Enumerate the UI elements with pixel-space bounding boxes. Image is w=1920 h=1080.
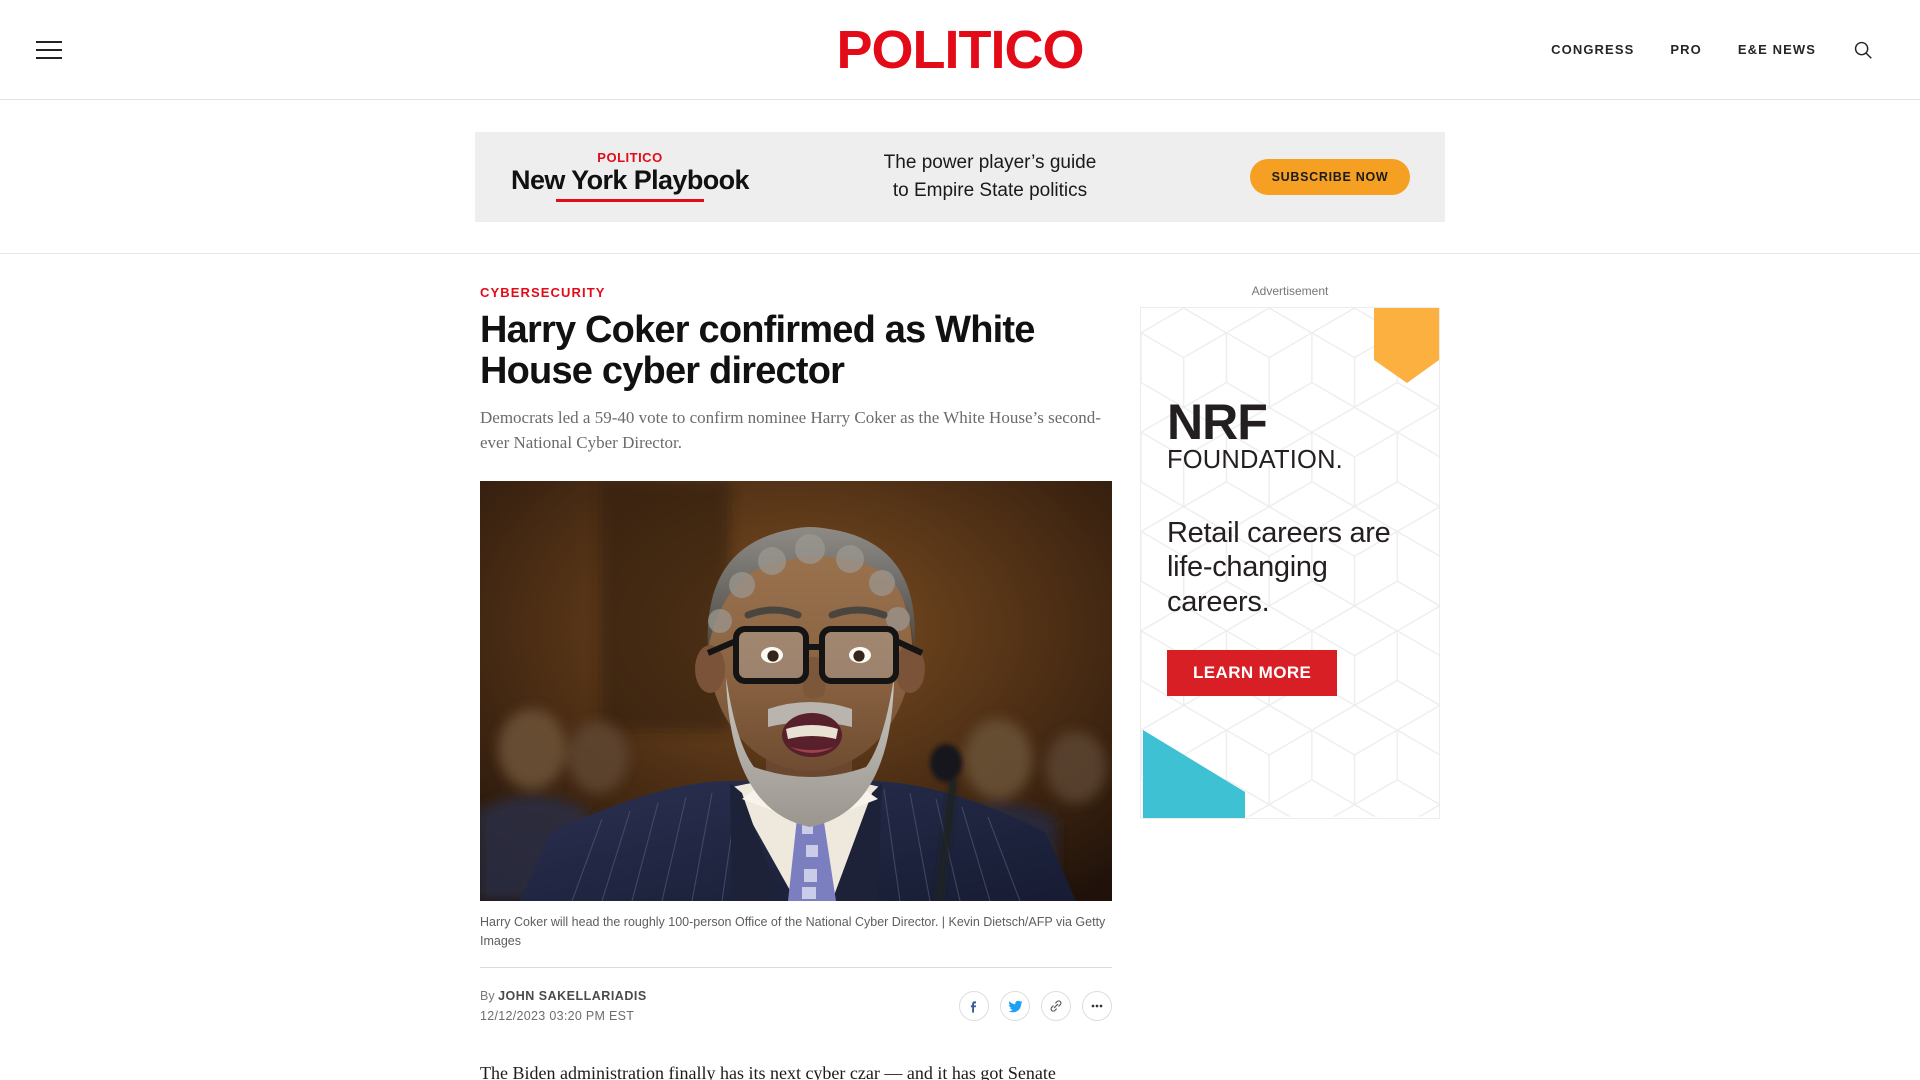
subscribe-now-button[interactable]: SUBSCRIBE NOW — [1249, 158, 1411, 195]
leaderboard-copy-line1: The power player’s guide — [883, 151, 1097, 173]
byline-prefix: By — [480, 988, 495, 1003]
nav-item-congress[interactable]: CONGRESS — [1551, 42, 1634, 57]
playbook-logo: POLITICO New York Playbook — [475, 149, 765, 203]
page-body: CYBERSECURITY Harry Coker confirmed as W… — [0, 254, 1920, 1080]
hamburger-icon[interactable] — [36, 40, 62, 59]
site-header: POLITICO CONGRESS PRO E&E NEWS — [0, 0, 1920, 100]
playbook-underline — [556, 199, 704, 203]
leaderboard-ad[interactable]: POLITICO New York Playbook The power pla… — [475, 131, 1445, 222]
nav-item-pro[interactable]: PRO — [1670, 42, 1701, 57]
header-nav: CONGRESS PRO E&E NEWS — [1551, 39, 1874, 61]
sidebar-ad[interactable]: NRF FOUNDATION. Retail careers are life-… — [1140, 307, 1440, 819]
leaderboard-cta-wrap: SUBSCRIBE NOW — [1215, 158, 1445, 195]
nav-item-ee-news[interactable]: E&E NEWS — [1738, 42, 1816, 57]
nrf-foundation-label: FOUNDATION. — [1167, 446, 1343, 474]
advertisement-label: Advertisement — [1251, 284, 1329, 298]
sidebar-ad-tagline: Retail careers are life-changing careers… — [1167, 516, 1391, 619]
byline-row: By JOHN SAKELLARIADIS 12/12/2023 03:20 P… — [480, 968, 1112, 1027]
leaderboard-copy-line2: to Empire State politics — [892, 179, 1088, 201]
sidebar-ad-content: NRF FOUNDATION. Retail careers are life-… — [1141, 308, 1439, 818]
page-title: Harry Coker confirmed as White House cyb… — [480, 309, 1035, 393]
photo-illustration — [480, 481, 1112, 902]
article-paragraph: The Biden administration finally has its… — [480, 1063, 1056, 1080]
learn-more-button[interactable]: LEARN MORE — [1167, 649, 1338, 696]
article-dek: Democrats led a 59-40 vote to confirm no… — [480, 408, 1101, 452]
photo-caption: Harry Coker will head the roughly 100-pe… — [480, 901, 1112, 968]
search-icon[interactable] — [1852, 39, 1874, 61]
sidebar: Advertisement NRF FOUNDATION. Retail car… — [1140, 284, 1440, 1080]
twitter-share-icon[interactable] — [1000, 991, 1030, 1022]
leaderboard-ad-region: POLITICO New York Playbook The power pla… — [0, 100, 1920, 254]
article-photo — [480, 481, 1112, 902]
leaderboard-copy: The power player’s guide to Empire State… — [765, 149, 1215, 204]
playbook-title: New York Playbook — [511, 165, 749, 196]
article-kicker[interactable]: CYBERSECURITY — [480, 285, 606, 300]
politico-logo[interactable]: POLITICO — [837, 23, 1085, 77]
more-share-icon[interactable] — [1082, 991, 1112, 1022]
facebook-share-icon[interactable] — [959, 991, 989, 1022]
nrf-logo: NRF — [1167, 394, 1268, 450]
share-buttons — [959, 991, 1112, 1022]
link-share-icon[interactable] — [1041, 991, 1071, 1022]
playbook-politico-label: POLITICO — [597, 149, 663, 165]
article-timestamp: 12/12/2023 03:20 PM EST — [480, 1009, 635, 1024]
byline: By JOHN SAKELLARIADIS 12/12/2023 03:20 P… — [480, 986, 647, 1027]
article: CYBERSECURITY Harry Coker confirmed as W… — [480, 284, 1112, 1080]
byline-author[interactable]: JOHN SAKELLARIADIS — [498, 989, 647, 1003]
